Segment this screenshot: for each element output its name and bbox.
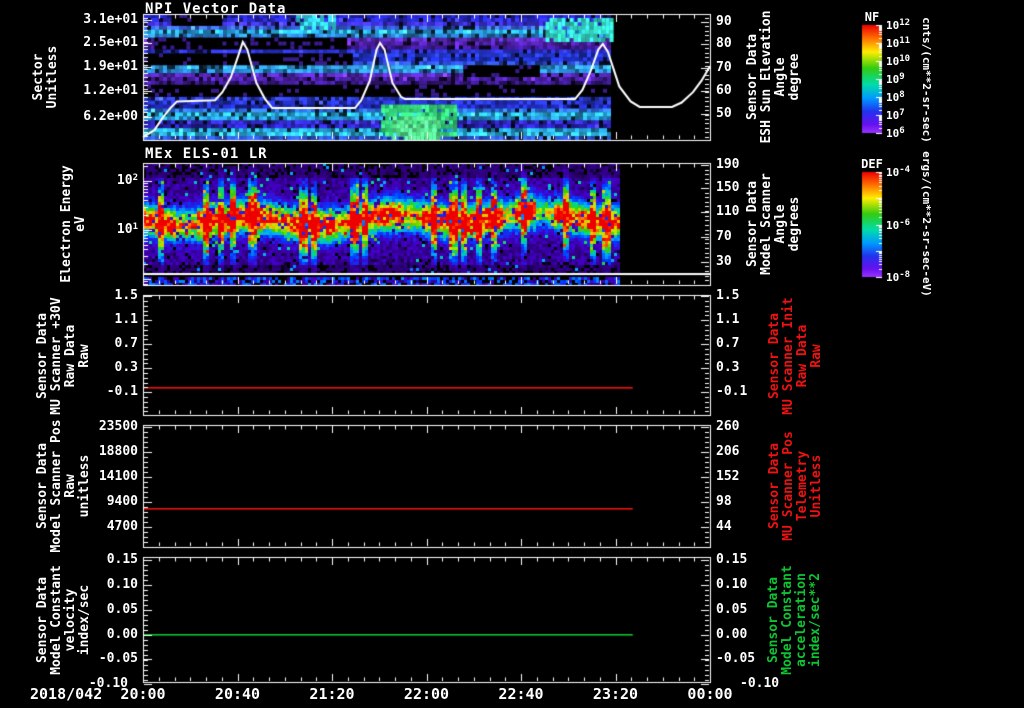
colorbar-nf-units: cnts/(cm**2-sr-sec): [920, 17, 933, 143]
y-tick-label-left: 2.5e+01: [83, 34, 138, 50]
axis-label-line: Unitless: [45, 45, 60, 109]
colorbar-def-tick-label: 10-6: [886, 217, 911, 232]
axis-label-right-panel3: Sensor Data MU Scanner Init Raw Data Raw: [767, 297, 824, 415]
colorbar-nf-tick-label: 107: [886, 108, 905, 122]
axis-label-right-panel4: Sensor Data MU Scanner Pos Telemetry Unitle…: [767, 431, 824, 541]
axis-label-line: Telemetry: [795, 450, 810, 522]
axis-label-line: Raw: [77, 344, 92, 368]
axis-label-line: Angle: [773, 204, 788, 244]
spectrogram-plot-page: NPI Vector Data MEx ELS-01 LR 2018/042 N…: [0, 0, 1024, 708]
axis-label-line: degree: [787, 53, 802, 101]
axis-label-line: Model Scanner: [759, 173, 774, 275]
y-tick-label-right: -0.10: [740, 675, 780, 691]
axis-label-line: MU Scanner +30V: [49, 297, 64, 415]
colorbar-nf-tick-label: 1010: [886, 54, 911, 68]
axis-label-right-panel5: Sensor Data Model Constant acceleration ind…: [766, 565, 823, 675]
axis-label-line: Sensor Data: [35, 312, 50, 400]
y-tick-label-left: 1.9e+01: [83, 58, 138, 74]
axis-label-line: acceleration: [794, 573, 809, 667]
x-tick-label: 20:40: [214, 685, 261, 703]
axis-label-line: velocity: [63, 588, 78, 652]
panel1-title: NPI Vector Data: [145, 1, 287, 17]
axis-label-line: index/sec**2: [808, 573, 823, 667]
colorbar-nf-tick-label: 108: [886, 90, 905, 104]
axis-label-line: Sensor Data: [767, 312, 782, 400]
axis-label-left-panel5: Sensor Data Model Constant velocity index/s…: [35, 565, 92, 675]
axis-label-line: Sensor Data: [35, 576, 50, 664]
axis-label-left-panel3: Sensor Data MU Scanner +30V Raw Data Raw: [35, 297, 92, 415]
axis-label-line: Raw Data: [63, 324, 78, 388]
y-tick-label-left: 6.2e+00: [83, 108, 138, 124]
x-tick-label: 21:20: [309, 685, 355, 703]
axis-label-line: Sensor Data: [745, 180, 760, 268]
axis-label-line: Raw: [809, 344, 824, 368]
x-tick-label: 20:00: [120, 685, 166, 703]
axis-label-line: Sensor Data: [766, 576, 781, 664]
y-tick-label-right: 190: [716, 156, 740, 172]
axis-label-line: Electron Energy: [59, 165, 74, 283]
axis-label-line: Model Scanner Pos: [49, 419, 64, 553]
axis-label-line: Sensor Data: [745, 33, 760, 121]
x-tick-label: 22:40: [498, 685, 544, 703]
axis-label-right-panel1: Sensor Data ESH Sun Elevation Angle degree: [745, 10, 802, 144]
x-tick-label: 23:20: [592, 685, 639, 703]
axis-label-line: Model Constant: [49, 565, 64, 675]
axis-label-left-panel2: Electron Energy eV: [59, 165, 88, 283]
panel2-title: MEx ELS-01 LR: [145, 146, 268, 162]
axis-label-line: Sensor Data: [35, 442, 50, 530]
axis-label-line: index/sec: [77, 584, 92, 656]
colorbar-nf-tick-label: 106: [886, 126, 905, 140]
axis-label-line: MU Scanner Init: [781, 297, 796, 415]
colorbar-nf-tick-label: 109: [886, 72, 905, 86]
axis-label-left-panel4: Sensor Data Model Scanner Pos Raw unitless: [35, 419, 92, 553]
axis-label-line: Model Constant: [780, 565, 795, 675]
axis-label-line: degrees: [787, 196, 802, 252]
y-tick-label-left: 3.1e+01: [83, 12, 138, 28]
colorbar-nf-tick-label: 1012: [886, 18, 911, 32]
colorbar-nf-tick-label: 1011: [886, 36, 911, 50]
plot-canvas: [0, 0, 1024, 708]
axis-label-line: eV: [73, 216, 88, 232]
x-tick-label: 22:00: [403, 685, 450, 703]
x-tick-label: 00:00: [687, 685, 733, 703]
axis-label-right-panel2: Sensor Data Model Scanner Angle degrees: [745, 173, 802, 275]
axis-label-line: Angle: [773, 57, 788, 97]
axis-label-line: Raw Data: [795, 324, 810, 388]
y-tick-label-left: 1.2e+01: [83, 82, 138, 98]
axis-label-line: Sensor Data: [767, 442, 782, 530]
colorbar-def-units: ergs/(cm**2-sr-sec-eV): [920, 151, 933, 297]
colorbar-def-tick-label: 10-4: [886, 165, 911, 179]
axis-label-line: MU Scanner Pos: [781, 431, 796, 541]
axis-label-line: Raw: [63, 474, 78, 498]
axis-label-line: Sector: [31, 53, 46, 101]
colorbar-def-tick-label: 10-8: [886, 270, 911, 284]
axis-label-line: Unitless: [809, 454, 824, 518]
axis-label-line: unitless: [77, 454, 92, 518]
axis-label-line: ESH Sun Elevation: [759, 10, 774, 144]
axis-label-left-panel1: Sector Unitless: [31, 45, 60, 109]
